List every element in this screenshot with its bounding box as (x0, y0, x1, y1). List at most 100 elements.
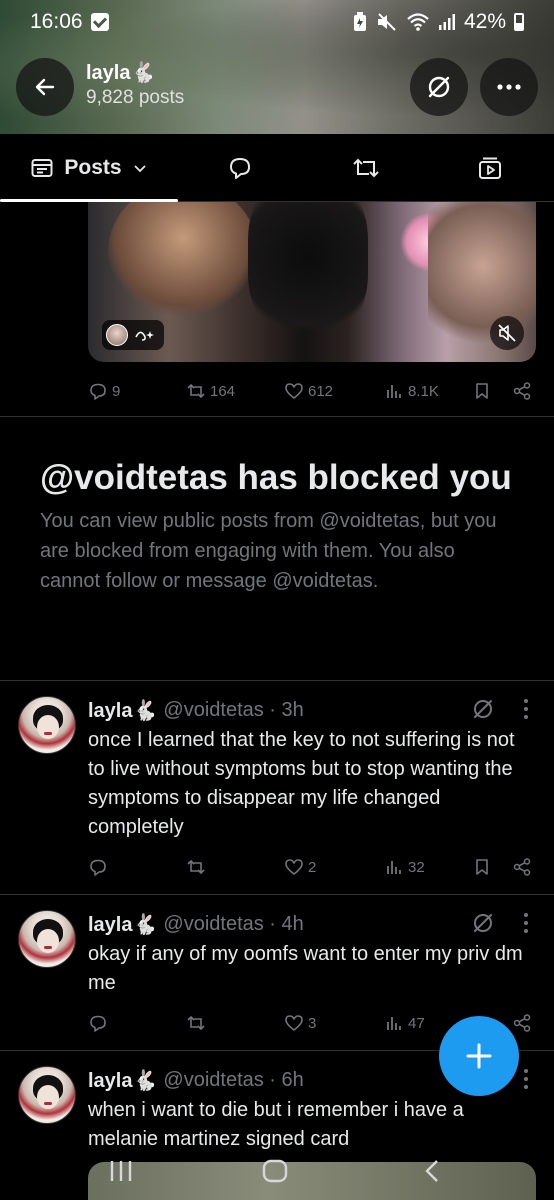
reply-icon (90, 1015, 106, 1032)
grok-slash-icon (428, 76, 450, 98)
avatar-lips (44, 732, 52, 735)
status-bar: 16:06 42% (0, 0, 554, 44)
avatar-face (37, 715, 59, 739)
tab-reposts[interactable] (336, 134, 396, 202)
checkbox-notification-icon (90, 13, 109, 31)
tab-media[interactable] (460, 134, 520, 202)
arrow-left-icon (35, 78, 55, 96)
views-button[interactable]: 47 (384, 1013, 425, 1033)
repost-icon (187, 1015, 205, 1031)
views-count: 32 (408, 858, 425, 876)
share-button[interactable] (512, 1013, 532, 1033)
bookmark-icon (476, 859, 488, 875)
share-button[interactable] (512, 857, 532, 877)
compose-post-button[interactable] (439, 1016, 519, 1096)
tab-posts-label: Posts (64, 156, 122, 179)
bookmark-button[interactable] (472, 381, 492, 401)
tab-posts[interactable]: Posts (0, 134, 178, 202)
views-button[interactable]: 32 (384, 857, 425, 877)
signal-icon (438, 14, 455, 30)
repost-icon (353, 158, 379, 178)
blocked-description: You can view public posts from @voidteta… (40, 510, 497, 592)
reply-count: 9 (112, 382, 121, 400)
divider (0, 680, 554, 681)
tweet-handle-time[interactable]: @voidtetas · 3h (163, 699, 303, 722)
more-vertical-icon[interactable] (516, 696, 536, 722)
tab-replies[interactable] (210, 134, 270, 202)
reply-bubble-icon (230, 158, 250, 179)
bookmark-button[interactable] (472, 857, 492, 877)
repost-button[interactable]: 164 (186, 381, 235, 401)
back-button[interactable] (16, 58, 74, 116)
reply-icon (90, 859, 106, 876)
more-vertical-icon[interactable] (516, 1066, 536, 1092)
tweet-text: once I learned that the key to not suffe… (88, 729, 515, 838)
more-options-button[interactable] (480, 58, 538, 116)
sparkle-icon (135, 331, 154, 341)
tagged-users-chip[interactable] (102, 320, 164, 350)
views-button[interactable]: 8.1K (384, 381, 439, 401)
wifi-icon (407, 13, 429, 31)
more-vertical-icon[interactable] (516, 910, 536, 936)
tweet-actions: 2 32 (88, 852, 536, 882)
share-button[interactable] (512, 381, 532, 401)
video-thumbnail[interactable] (88, 202, 536, 362)
reply-button[interactable]: 9 (88, 381, 120, 401)
tweet-handle-time[interactable]: @voidtetas · 4h (163, 913, 303, 936)
avatar-lips (44, 946, 52, 949)
avatar-face (37, 929, 59, 953)
grok-button[interactable] (410, 58, 468, 116)
tagged-avatar (106, 324, 128, 346)
views-count: 8.1K (408, 382, 439, 400)
avatar[interactable] (18, 910, 76, 968)
like-button[interactable]: 612 (284, 381, 333, 401)
repost-button[interactable] (186, 1013, 210, 1033)
heart-icon (285, 859, 303, 875)
views-count: 47 (408, 1014, 425, 1032)
repost-button[interactable] (186, 857, 210, 877)
like-button[interactable]: 3 (284, 1013, 316, 1033)
like-count: 2 (308, 858, 317, 876)
like-count: 612 (308, 382, 334, 400)
system-back-button[interactable] (420, 1158, 444, 1184)
repost-icon (187, 383, 205, 399)
heart-icon (285, 1015, 303, 1031)
chevron-left-icon (425, 1160, 438, 1182)
video-mute-button[interactable] (490, 316, 524, 350)
timeline-icon (31, 159, 53, 177)
tweet-handle-time[interactable]: @voidtetas · 6h (163, 1069, 303, 1092)
profile-name: layla🐇 (86, 62, 156, 84)
header-title: layla🐇 9,828 posts (86, 60, 184, 109)
views-chart-icon (387, 385, 401, 398)
reply-button[interactable] (88, 1013, 112, 1033)
reply-icon (90, 383, 106, 400)
avatar-lips (44, 1102, 52, 1105)
like-button[interactable]: 2 (284, 857, 316, 877)
repost-count: 164 (210, 382, 236, 400)
views-chart-icon (387, 861, 401, 874)
battery-icon (514, 13, 524, 31)
tweet-author-name[interactable]: layla🐇 (88, 698, 157, 723)
video-figure-center (248, 202, 368, 342)
grok-slash-icon[interactable] (470, 696, 496, 722)
repost-icon (187, 859, 205, 875)
battery-saver-icon (353, 12, 366, 31)
tweet-header: layla🐇 @voidtetas · 3h (88, 696, 538, 724)
avatar-face (37, 1085, 59, 1109)
avatar[interactable] (18, 696, 76, 754)
avatar[interactable] (18, 1066, 76, 1124)
more-horizontal-icon (497, 84, 521, 90)
blocked-title: @voidtetas has blocked you (40, 458, 512, 497)
plus-icon (466, 1043, 492, 1069)
speaker-muted-icon (498, 324, 516, 342)
recent-apps-button[interactable] (106, 1158, 136, 1184)
views-chart-icon (387, 1017, 401, 1030)
reply-button[interactable] (88, 857, 112, 877)
bookmark-icon (476, 383, 488, 399)
home-button[interactable] (260, 1158, 290, 1184)
grok-slash-icon[interactable] (470, 910, 496, 936)
tweet-author-name[interactable]: layla🐇 (88, 912, 157, 937)
share-icon (513, 382, 531, 400)
media-play-icon (479, 157, 501, 179)
tweet-author-name[interactable]: layla🐇 (88, 1068, 157, 1093)
